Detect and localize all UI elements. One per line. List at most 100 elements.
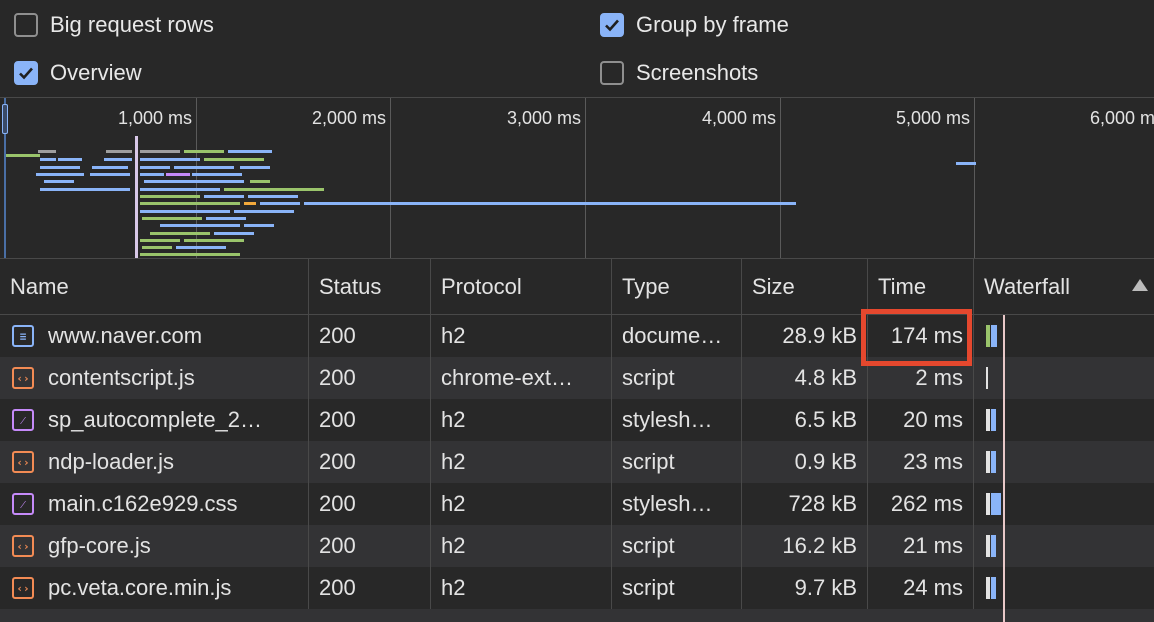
column-header-size[interactable]: Size — [742, 259, 868, 315]
cell-protocol-text: h2 — [441, 533, 466, 558]
column-header-type[interactable]: Type — [612, 259, 742, 315]
cell-status: 200 — [309, 399, 431, 441]
cell-name: ‹› contentscript.js — [0, 357, 309, 399]
request-table: Name Status Protocol Type Size Time Wate… — [0, 259, 1154, 622]
cell-size: 728 kB — [742, 483, 868, 525]
cell-time-text: 20 ms — [903, 407, 963, 432]
overview-bar — [214, 232, 254, 235]
overview-bar — [166, 173, 190, 176]
cell-type-text: stylesh… — [622, 407, 713, 432]
cell-protocol: h2 — [431, 525, 612, 567]
cell-status: 200 — [309, 315, 431, 357]
cell-size-text: 728 kB — [788, 491, 858, 516]
group-by-frame-checkbox[interactable] — [600, 13, 624, 37]
column-header-time[interactable]: Time — [868, 259, 974, 315]
cell-size-text: 16.2 kB — [782, 533, 857, 558]
cell-name-text: pc.veta.core.min.js — [48, 575, 232, 600]
overview-bar — [144, 180, 244, 183]
time-highlight-box — [861, 309, 972, 366]
big-request-rows-option[interactable]: Big request rows — [14, 12, 214, 38]
screenshots-option[interactable]: Screenshots — [600, 60, 758, 86]
overview-bar — [38, 150, 56, 153]
table-row[interactable]: ‹› gfp-core.js 200 h2 script 16.2 kB 21 ms — [0, 525, 1154, 567]
cell-time: 21 ms — [868, 525, 974, 567]
cell-waterfall — [974, 399, 1154, 441]
overview-bar — [140, 210, 230, 213]
column-header-status[interactable]: Status — [309, 259, 431, 315]
column-header-waterfall[interactable]: Waterfall — [974, 259, 1154, 315]
waterfall-download-bar — [991, 577, 996, 599]
cell-protocol: h2 — [431, 399, 612, 441]
big-request-rows-checkbox[interactable] — [14, 13, 38, 37]
script-icon: ‹› — [12, 577, 34, 599]
overview-tick-label: 5,000 ms — [895, 108, 970, 128]
table-row[interactable] — [0, 609, 1154, 622]
waterfall-load-line — [1003, 315, 1005, 622]
script-icon: ‹› — [12, 535, 34, 557]
overview-left-handle[interactable] — [2, 104, 8, 134]
cell-status-text: 200 — [319, 407, 356, 432]
table-row[interactable]: ≡ www.naver.com 200 h2 docume… 28.9 kB 174 ms — [0, 315, 1154, 357]
waterfall-wait-bar — [986, 493, 990, 515]
cell-waterfall — [974, 357, 1154, 399]
waterfall-header-label: Waterfall — [984, 274, 1070, 299]
sort-ascending-icon[interactable] — [1132, 279, 1148, 291]
cell-status-text: 200 — [319, 449, 356, 474]
column-header-protocol[interactable]: Protocol — [431, 259, 612, 315]
overview-bar — [140, 239, 180, 242]
group-by-frame-label: Group by frame — [636, 12, 789, 37]
cell-name-text: ndp-loader.js — [48, 449, 174, 474]
cell-size-text: 9.7 kB — [794, 575, 857, 600]
cell-size: 28.9 kB — [742, 315, 868, 357]
cell-size: 6.5 kB — [742, 399, 868, 441]
cell-type: script — [612, 567, 742, 609]
screenshots-checkbox[interactable] — [600, 61, 624, 85]
table-row[interactable]: ⁄ sp_autocomplete_2… 200 h2 stylesh… 6.5 kB 20… — [0, 399, 1154, 441]
overview-bar — [956, 162, 976, 165]
overview-bar — [184, 239, 244, 242]
overview-bar — [140, 188, 220, 191]
overview-option[interactable]: Overview — [14, 60, 142, 86]
cell-name: ⁄ main.c162e929.css — [0, 483, 309, 525]
waterfall-wait-bar — [986, 367, 988, 389]
cell-protocol: h2 — [431, 441, 612, 483]
overview-bar — [142, 246, 172, 249]
stylesheet-icon: ⁄ — [12, 409, 34, 431]
waterfall-wait-bar — [986, 577, 990, 599]
script-icon: ‹› — [12, 451, 34, 473]
cell-time: 24 ms — [868, 567, 974, 609]
stylesheet-icon: ⁄ — [12, 493, 34, 515]
overview-bar — [40, 166, 80, 169]
cell-time-text: 23 ms — [903, 449, 963, 474]
cell-status-text: 200 — [319, 533, 356, 558]
table-row[interactable]: ‹› pc.veta.core.min.js 200 h2 script 9.7 kB 24… — [0, 567, 1154, 609]
cell-size-text: 4.8 kB — [794, 365, 857, 390]
cell-type: script — [612, 357, 742, 399]
overview-gridline — [390, 98, 391, 258]
cell-size: 0.9 kB — [742, 441, 868, 483]
cell-status-text: 200 — [319, 323, 356, 348]
network-overview[interactable]: 1,000 ms 2,000 ms 3,000 ms 4,000 ms 5,00… — [0, 97, 1154, 259]
cell-size: 16.2 kB — [742, 525, 868, 567]
cell-status-text: 200 — [319, 575, 356, 600]
cell-protocol-text: h2 — [441, 407, 466, 432]
overview-bar — [176, 246, 226, 249]
cell-name-text: sp_autocomplete_2… — [48, 407, 263, 432]
column-header-name[interactable]: Name — [0, 259, 309, 315]
overview-bar — [40, 158, 56, 161]
table-row[interactable]: ‹› ndp-loader.js 200 h2 script 0.9 kB 23 ms — [0, 441, 1154, 483]
overview-bar — [140, 253, 240, 256]
cell-status: 200 — [309, 567, 431, 609]
overview-bar — [160, 224, 240, 227]
cell-type-text: script — [622, 575, 675, 600]
overview-bar — [142, 217, 202, 220]
overview-checkbox[interactable] — [14, 61, 38, 85]
overview-bar — [184, 150, 224, 153]
overview-bar — [140, 166, 170, 169]
overview-bar — [224, 188, 324, 191]
table-row[interactable]: ‹› contentscript.js 200 chrome-ext… script 4.… — [0, 357, 1154, 399]
checkmark-icon — [605, 19, 619, 32]
table-row[interactable]: ⁄ main.c162e929.css 200 h2 stylesh… 728 kB 262… — [0, 483, 1154, 525]
cell-type: docume… — [612, 315, 742, 357]
group-by-frame-option[interactable]: Group by frame — [600, 12, 789, 38]
